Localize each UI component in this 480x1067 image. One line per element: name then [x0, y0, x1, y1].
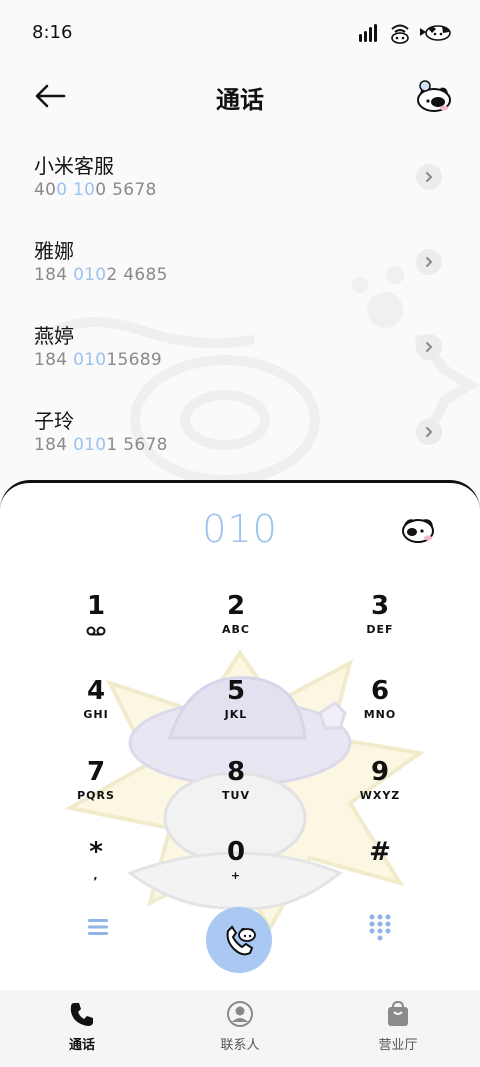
key-digit: 3: [370, 591, 390, 621]
shopping-bag-icon: [388, 1000, 408, 1026]
number-prefix: 40: [34, 180, 57, 200]
key-letters: TUV: [222, 789, 250, 802]
key-letters: ,: [93, 869, 99, 882]
suggestion-number: 184 01015689: [34, 350, 162, 370]
number-match: 0 10: [56, 180, 96, 200]
number-prefix: 184: [34, 435, 74, 455]
key-hash[interactable]: #: [325, 837, 435, 907]
key-2[interactable]: 2 ABC: [181, 591, 291, 661]
number-suffix: 1 5678: [106, 435, 168, 455]
cow-cat-mascot-icon[interactable]: [414, 78, 452, 114]
key-digit: 9: [370, 757, 390, 787]
key-1[interactable]: 1: [41, 591, 151, 661]
key-letters: MNO: [363, 708, 397, 721]
chevron-right-icon: [426, 172, 433, 182]
key-5[interactable]: 5 JKL: [181, 676, 291, 746]
key-digit: 6: [370, 676, 390, 706]
dialer-panel: 010 1 2 ABC 3 DEF 4 GHI 5 JKL 6 MNO 7 PQ…: [0, 480, 480, 990]
battery-cat-icon: [420, 25, 451, 41]
phone-icon: [70, 1003, 93, 1026]
key-4[interactable]: 4 GHI: [41, 676, 151, 746]
suggestion-name: 燕婷: [34, 324, 74, 348]
key-digit: 5: [226, 676, 246, 706]
tab-store[interactable]: 营业厅: [338, 1000, 458, 1060]
key-digit: 8: [226, 757, 246, 787]
key-letters: PQRS: [77, 789, 115, 802]
details-button[interactable]: [416, 164, 442, 190]
details-button[interactable]: [416, 249, 442, 275]
key-letters: +: [230, 869, 242, 882]
key-digit: 7: [86, 757, 106, 787]
number-suffix: 0 5678: [95, 180, 157, 200]
key-7[interactable]: 7 PQRS: [41, 757, 151, 827]
status-bar: 8:16: [0, 0, 480, 64]
cat-phone-icon: [226, 925, 256, 956]
key-digit: 1: [86, 591, 106, 621]
number-match: 010: [73, 350, 107, 370]
key-digit: 2: [226, 591, 246, 621]
chevron-right-icon: [426, 257, 433, 267]
key-letters: GHI: [83, 708, 109, 721]
suggestion-item[interactable]: 小米客服 400 100 5678: [0, 136, 480, 221]
key-digit: 4: [86, 676, 106, 706]
suggestion-item[interactable]: 燕婷 184 01015689: [0, 306, 480, 391]
page-title: 通话: [216, 86, 264, 114]
header: 通话: [0, 64, 480, 130]
details-button[interactable]: [416, 419, 442, 445]
chevron-right-icon: [426, 427, 433, 437]
suggestion-name: 雅娜: [34, 239, 74, 263]
tab-calls[interactable]: 通话: [22, 1000, 142, 1060]
keypad-dots-icon[interactable]: [368, 913, 392, 941]
suggestion-number: 184 0102 4685: [34, 265, 168, 285]
menu-icon[interactable]: [86, 915, 110, 939]
signal-icon: [359, 24, 377, 42]
status-icons: [358, 20, 452, 46]
number-prefix: 184: [34, 350, 74, 370]
suggestion-number: 184 0101 5678: [34, 435, 168, 455]
suggestion-item[interactable]: 雅娜 184 0102 4685: [0, 221, 480, 306]
tab-label: 通话: [68, 1038, 95, 1053]
key-letters: WXYZ: [359, 789, 401, 802]
wifi-cat-icon: [391, 24, 409, 44]
suggestion-item[interactable]: 子玲 184 0101 5678: [0, 391, 480, 476]
voicemail-icon: [86, 626, 106, 636]
key-6[interactable]: 6 MNO: [325, 676, 435, 746]
key-letters: JKL: [224, 708, 248, 721]
key-digit: #: [369, 837, 391, 867]
person-icon: [227, 1001, 253, 1027]
bottom-nav: 通话 联系人 营业厅: [0, 990, 480, 1067]
suggestion-number: 400 100 5678: [34, 180, 157, 200]
key-digit: *: [89, 837, 103, 867]
suggestion-name: 小米客服: [34, 154, 114, 178]
key-9[interactable]: 9 WXYZ: [325, 757, 435, 827]
number-match: 010: [73, 265, 107, 285]
call-button[interactable]: [206, 907, 272, 973]
tab-label: 营业厅: [378, 1038, 418, 1053]
chevron-right-icon: [426, 342, 433, 352]
suggestion-name: 子玲: [34, 409, 74, 433]
key-8[interactable]: 8 TUV: [181, 757, 291, 827]
key-letters: DEF: [366, 623, 394, 636]
key-3[interactable]: 3 DEF: [325, 591, 435, 661]
key-letters: ABC: [222, 623, 250, 636]
number-prefix: 184: [34, 265, 74, 285]
tab-contacts[interactable]: 联系人: [180, 1000, 300, 1060]
contact-suggestions: 小米客服 400 100 5678 雅娜 184 0102 4685 燕婷 18…: [0, 136, 480, 476]
cow-cat-mascot-icon[interactable]: [400, 513, 436, 545]
dialer-screen: 8:16 通话 小米客服 400 100 5678 雅娜 184 0102 46…: [0, 0, 480, 1067]
details-button[interactable]: [416, 334, 442, 360]
key-star[interactable]: * ,: [41, 837, 151, 907]
number-match: 010: [73, 435, 107, 455]
key-digit: 0: [226, 837, 246, 867]
key-0[interactable]: 0 +: [181, 837, 291, 907]
number-suffix: 2 4685: [106, 265, 168, 285]
number-suffix: 15689: [106, 350, 163, 370]
tab-label: 联系人: [220, 1038, 260, 1053]
status-time: 8:16: [32, 22, 73, 43]
